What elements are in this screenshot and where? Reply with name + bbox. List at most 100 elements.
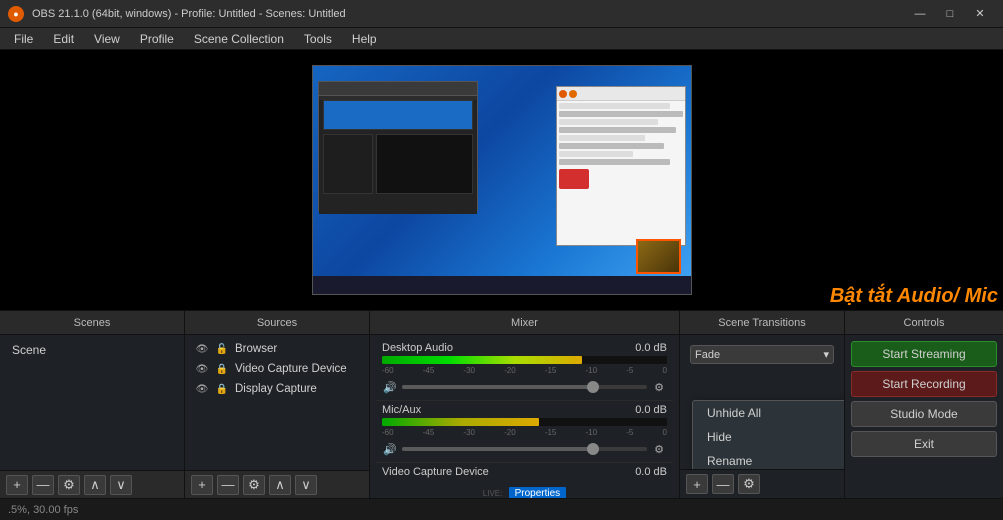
transitions-content: Fade ▾ Unhide All Hide Rename Filters Pr… bbox=[680, 335, 844, 469]
mixer-controls-mic: 🔊 ⚙ bbox=[382, 439, 667, 459]
transitions-panel: Fade ▾ Unhide All Hide Rename Filters Pr… bbox=[680, 335, 845, 498]
desktop-volume-slider[interactable] bbox=[402, 385, 647, 389]
mixer-scale: -60-45-30-20-15-10-50 bbox=[382, 366, 667, 375]
mic-settings-button[interactable]: ⚙ bbox=[651, 441, 667, 457]
scene-move-up-button[interactable]: ∧ bbox=[84, 475, 106, 495]
live-label: LIVE: Properties bbox=[382, 480, 667, 498]
screen-window-obs bbox=[318, 81, 478, 211]
source-move-down-button[interactable]: ∨ bbox=[295, 475, 317, 495]
chevron-down-icon: ▾ bbox=[823, 348, 829, 361]
properties-menu-item[interactable]: Properties bbox=[509, 487, 567, 498]
transition-select[interactable]: Fade ▾ bbox=[690, 345, 834, 364]
scenes-panel: Scene + — ⚙ ∧ ∨ bbox=[0, 335, 185, 498]
mixer-meter-desktop-fill bbox=[382, 356, 582, 364]
remove-transition-button[interactable]: — bbox=[712, 474, 734, 494]
scenes-footer: + — ⚙ ∧ ∨ bbox=[0, 470, 184, 498]
screen-window-browser bbox=[556, 86, 686, 246]
menu-profile[interactable]: Profile bbox=[130, 28, 184, 50]
minimize-button[interactable]: — bbox=[905, 0, 935, 28]
source-name-video-capture: Video Capture Device bbox=[235, 363, 347, 375]
mixer-meter-mic-fill bbox=[382, 418, 539, 426]
mixer-panel: Desktop Audio 0.0 dB -60-45-30-20-15-10-… bbox=[370, 335, 680, 498]
screen-browser-content bbox=[557, 101, 685, 245]
sources-list: 👁 🔓 Browser 👁 🔒 Video Capture Device 👁 🔒… bbox=[185, 335, 369, 470]
mixer-panel-header: Mixer bbox=[370, 311, 680, 334]
panels-content: Scene + — ⚙ ∧ ∨ 👁 🔓 Browser 👁 🔒 Video Ca… bbox=[0, 335, 1003, 498]
mixer-track-desktop: Desktop Audio 0.0 dB -60-45-30-20-15-10-… bbox=[376, 339, 673, 401]
preview-content bbox=[312, 65, 692, 295]
mixer-track-mic-vol: 0.0 dB bbox=[635, 404, 667, 416]
transitions-footer: + — ⚙ bbox=[680, 469, 844, 498]
mixer-track-video-vol: 0.0 dB bbox=[635, 466, 667, 478]
start-recording-button[interactable]: Start Recording bbox=[851, 371, 997, 397]
mixer-track-video: Video Capture Device 0.0 dB LIVE: Proper… bbox=[376, 463, 673, 498]
eye-icon: 👁 bbox=[195, 342, 209, 356]
context-unhide-all[interactable]: Unhide All bbox=[693, 401, 844, 425]
mic-volume-slider[interactable] bbox=[402, 447, 647, 451]
add-transition-button[interactable]: + bbox=[686, 474, 708, 494]
lock-icon: 🔒 bbox=[215, 362, 229, 376]
mixer-track-mic-name: Mic/Aux bbox=[382, 404, 421, 416]
context-rename[interactable]: Rename bbox=[693, 449, 844, 469]
remove-scene-button[interactable]: — bbox=[32, 475, 54, 495]
add-scene-button[interactable]: + bbox=[6, 475, 28, 495]
mixer-controls-desktop: 🔊 ⚙ bbox=[382, 377, 667, 397]
mixer-track-mic-header: Mic/Aux 0.0 dB bbox=[382, 404, 667, 416]
scenes-settings-button[interactable]: ⚙ bbox=[58, 475, 80, 495]
source-item-display-capture[interactable]: 👁 🔒 Display Capture bbox=[189, 379, 365, 399]
source-item-browser[interactable]: 👁 🔓 Browser bbox=[189, 339, 365, 359]
source-item-video-capture[interactable]: 👁 🔒 Video Capture Device bbox=[189, 359, 365, 379]
statusbar-fps: .5%, 30.00 fps bbox=[8, 504, 78, 516]
source-move-up-button[interactable]: ∧ bbox=[269, 475, 291, 495]
mixer-track-video-header: Video Capture Device 0.0 dB bbox=[382, 466, 667, 478]
studio-mode-button[interactable]: Studio Mode bbox=[851, 401, 997, 427]
mixer-track-video-name: Video Capture Device bbox=[382, 466, 489, 478]
eye-icon: 👁 bbox=[195, 382, 209, 396]
add-source-button[interactable]: + bbox=[191, 475, 213, 495]
menu-help[interactable]: Help bbox=[342, 28, 387, 50]
source-settings-button[interactable]: ⚙ bbox=[243, 475, 265, 495]
window-title: OBS 21.1.0 (64bit, windows) - Profile: U… bbox=[32, 8, 897, 20]
mixer-track-mic: Mic/Aux 0.0 dB -60-45-30-20-15-10-50 🔊 ⚙ bbox=[376, 401, 673, 463]
context-menu: Unhide All Hide Rename Filters Propertie… bbox=[692, 400, 844, 469]
sources-panel-header: Sources bbox=[185, 311, 370, 334]
window-controls: — □ ✕ bbox=[905, 0, 995, 28]
statusbar: .5%, 30.00 fps bbox=[0, 498, 1003, 520]
eye-icon: 👁 bbox=[195, 362, 209, 376]
start-streaming-button[interactable]: Start Streaming bbox=[851, 341, 997, 367]
mixer-track-desktop-name: Desktop Audio bbox=[382, 342, 453, 354]
mute-mic-button[interactable]: 🔊 bbox=[382, 441, 398, 457]
menu-tools[interactable]: Tools bbox=[294, 28, 342, 50]
source-name-browser: Browser bbox=[235, 343, 277, 355]
desktop-settings-button[interactable]: ⚙ bbox=[651, 379, 667, 395]
screen-browser-titlebar bbox=[557, 87, 685, 101]
webcam-overlay bbox=[636, 239, 681, 274]
menu-edit[interactable]: Edit bbox=[43, 28, 84, 50]
sources-footer: + — ⚙ ∧ ∨ bbox=[185, 470, 369, 498]
remove-source-button[interactable]: — bbox=[217, 475, 239, 495]
annotation-audio-mic: Bật tắt Audio/ Mic bbox=[830, 285, 998, 308]
scenes-panel-header: Scenes bbox=[0, 311, 185, 334]
transitions-panel-header: Scene Transitions bbox=[680, 311, 845, 334]
menu-view[interactable]: View bbox=[84, 28, 130, 50]
titlebar: ● OBS 21.1.0 (64bit, windows) - Profile:… bbox=[0, 0, 1003, 28]
scene-move-down-button[interactable]: ∨ bbox=[110, 475, 132, 495]
lock-icon: 🔒 bbox=[215, 382, 229, 396]
screen-window-titlebar bbox=[319, 82, 477, 96]
maximize-button[interactable]: □ bbox=[935, 0, 965, 28]
close-button[interactable]: ✕ bbox=[965, 0, 995, 28]
menu-scene-collection[interactable]: Scene Collection bbox=[184, 28, 294, 50]
preview-screen bbox=[313, 66, 691, 294]
scenes-list: Scene bbox=[0, 335, 184, 470]
mixer-meter-desktop bbox=[382, 356, 667, 364]
transition-settings-button[interactable]: ⚙ bbox=[738, 474, 760, 494]
mixer-scale-mic: -60-45-30-20-15-10-50 bbox=[382, 428, 667, 437]
menubar: File Edit View Profile Scene Collection … bbox=[0, 28, 1003, 50]
mute-desktop-button[interactable]: 🔊 bbox=[382, 379, 398, 395]
exit-button[interactable]: Exit bbox=[851, 431, 997, 457]
unlock-icon: 🔓 bbox=[215, 342, 229, 356]
scene-item[interactable]: Scene bbox=[4, 339, 180, 361]
menu-file[interactable]: File bbox=[4, 28, 43, 50]
context-hide[interactable]: Hide bbox=[693, 425, 844, 449]
screen-window-content bbox=[319, 100, 477, 214]
